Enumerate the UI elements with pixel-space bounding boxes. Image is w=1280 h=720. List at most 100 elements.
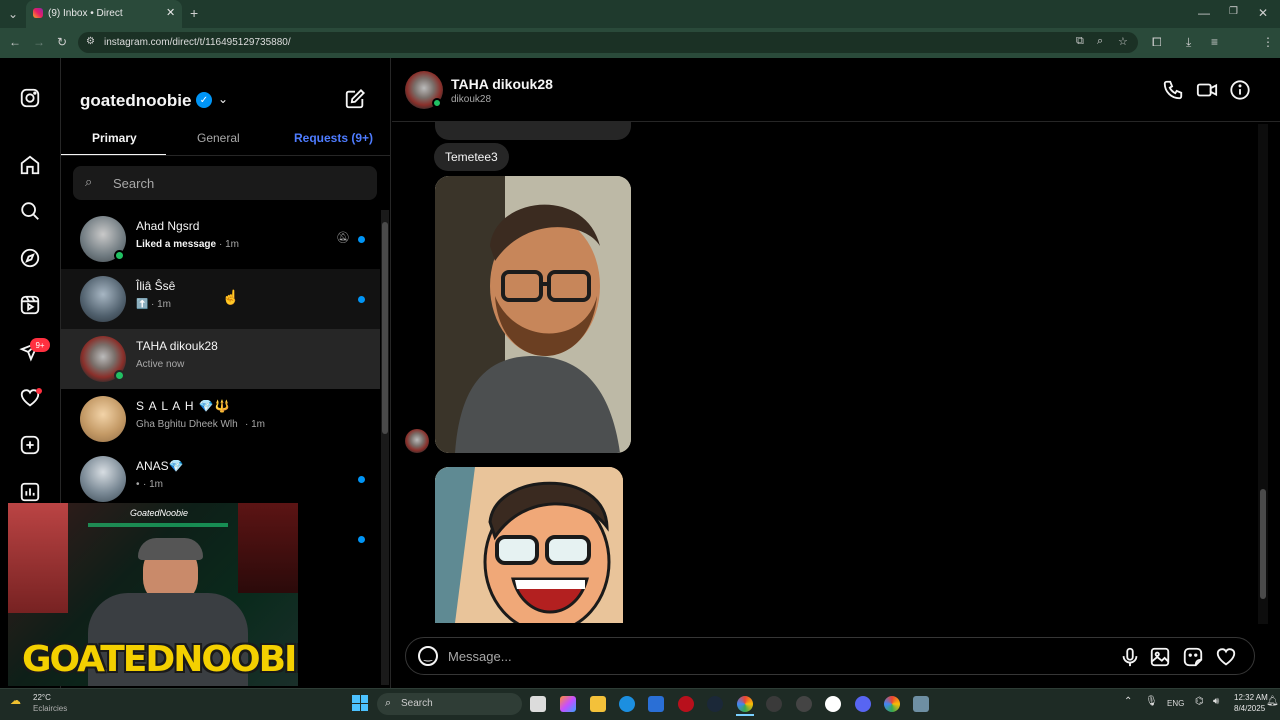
- close-window-icon[interactable]: ✕: [1258, 6, 1268, 20]
- task-view-icon[interactable]: [530, 696, 546, 712]
- clock-time[interactable]: 12:32 AM: [1234, 693, 1268, 702]
- store-icon[interactable]: [648, 696, 664, 712]
- restore-icon[interactable]: ❐: [1229, 6, 1238, 17]
- zoom-icon[interactable]: ⌕: [1097, 35, 1103, 48]
- conversation-preview: •: [136, 479, 140, 490]
- chrome-icon[interactable]: [737, 696, 753, 712]
- chat-contact-name[interactable]: TAHA dikouk28: [451, 76, 553, 92]
- obs-icon[interactable]: [796, 696, 812, 712]
- menu-icon[interactable]: ⋮: [1262, 35, 1274, 49]
- account-username[interactable]: goatednoobie: [80, 91, 191, 111]
- volume-icon[interactable]: 🔊︎: [1213, 696, 1219, 707]
- home-icon[interactable]: [18, 153, 42, 177]
- chat-contact-username: dikouk28: [451, 94, 492, 105]
- emoji-icon[interactable]: ‿: [418, 646, 438, 666]
- phone-call-icon[interactable]: [1162, 79, 1184, 106]
- like-heart-icon[interactable]: [1215, 646, 1237, 673]
- address-bar[interactable]: ⚙ instagram.com/direct/t/116495129735880…: [78, 32, 1138, 53]
- bookmark-star-icon[interactable]: ☆: [1118, 35, 1128, 48]
- figure-decoration: [8, 503, 68, 613]
- snipping-tool-icon[interactable]: [913, 696, 929, 712]
- tab-search-icon[interactable]: ≡: [1211, 35, 1218, 49]
- conversation-time: · 1m: [151, 299, 171, 310]
- weather-desc[interactable]: Eclaircies: [33, 704, 67, 713]
- install-app-icon[interactable]: ⧉: [1076, 35, 1084, 48]
- sticker-icon[interactable]: [1182, 646, 1204, 673]
- wifi-icon[interactable]: ⌬: [1195, 696, 1204, 707]
- edge-icon[interactable]: [619, 696, 635, 712]
- new-message-icon[interactable]: [344, 88, 366, 115]
- chat-scrollbar-thumb[interactable]: [1260, 489, 1266, 599]
- conversation-info-icon[interactable]: [1229, 79, 1251, 106]
- clock-date[interactable]: 8/4/2025: [1234, 704, 1265, 713]
- instagram-logo-icon[interactable]: [18, 86, 42, 110]
- close-tab-icon[interactable]: ✕: [166, 6, 175, 19]
- message-image-partial[interactable]: [435, 122, 631, 140]
- chat-scrollbar[interactable]: [1258, 124, 1268, 624]
- online-indicator: [432, 98, 442, 108]
- search-input[interactable]: ⌕ Search: [73, 166, 377, 200]
- flag-decoration: [238, 503, 298, 593]
- file-explorer-icon[interactable]: [590, 696, 606, 712]
- list-scrollbar[interactable]: [381, 210, 389, 685]
- conversation-row[interactable]: ANAS💎 • · 1m: [61, 449, 380, 509]
- message-image[interactable]: [435, 176, 631, 453]
- list-scrollbar-thumb[interactable]: [382, 222, 388, 434]
- app-icon-red[interactable]: [678, 696, 694, 712]
- reels-icon[interactable]: [18, 293, 42, 317]
- cartoon-illustration: [435, 467, 623, 623]
- media-player-icon[interactable]: [825, 696, 841, 712]
- language-indicator[interactable]: ENG: [1167, 699, 1184, 708]
- conversation-row[interactable]: S A L A H 💎🔱 Gha Bghitu Dheek Wlh · 1m: [61, 389, 380, 449]
- notification-center-icon[interactable]: 🔔︎: [1266, 696, 1279, 707]
- chat-header: TAHA dikouk28 dikouk28: [392, 58, 1280, 122]
- tab-general[interactable]: General: [197, 131, 240, 145]
- message-composer[interactable]: ‿ Message...: [405, 637, 1255, 675]
- image-upload-icon[interactable]: [1149, 646, 1171, 673]
- tab-primary[interactable]: Primary: [92, 131, 137, 145]
- search-placeholder: Search: [113, 176, 155, 191]
- online-indicator: [114, 250, 125, 261]
- online-indicator: [114, 370, 125, 381]
- taskbar-search[interactable]: ⌕ Search: [377, 693, 522, 715]
- reload-icon[interactable]: ↻: [57, 35, 67, 49]
- tray-chevron-icon[interactable]: ⌃: [1124, 696, 1132, 707]
- back-icon[interactable]: ←: [9, 35, 21, 49]
- steam-icon[interactable]: [707, 696, 723, 712]
- streamer-cap: [138, 538, 203, 560]
- browser-tab[interactable]: (9) Inbox • Direct ✕: [26, 0, 182, 28]
- sender-avatar[interactable]: [405, 429, 429, 453]
- conversation-row-active[interactable]: TAHA dikouk28 Active now: [61, 329, 380, 389]
- message-image[interactable]: [435, 467, 623, 623]
- account-switch-chevron-icon[interactable]: ⌄: [218, 92, 228, 106]
- conversation-row[interactable]: Ahad Ngsrd Liked a message · 1m 🔕︎: [61, 209, 380, 269]
- conversation-time: · 1m: [143, 479, 163, 490]
- dashboard-icon[interactable]: [18, 480, 42, 504]
- search-icon[interactable]: [18, 199, 42, 223]
- create-icon[interactable]: [18, 433, 42, 457]
- tray-mic-icon[interactable]: 🎙︎: [1145, 696, 1158, 707]
- extensions-icon[interactable]: ⧠: [1152, 35, 1162, 50]
- os-taskbar: [0, 688, 1280, 720]
- conversation-row[interactable]: Îliâ Ŝsê ⬆️ · 1m: [61, 269, 380, 329]
- discord-icon[interactable]: [855, 696, 871, 712]
- video-call-icon[interactable]: [1196, 79, 1218, 106]
- unread-dot: [358, 296, 365, 303]
- tab-requests[interactable]: Requests (9+): [294, 131, 373, 145]
- forward-icon[interactable]: →: [33, 35, 45, 49]
- download-icon[interactable]: ⤓: [1186, 35, 1191, 50]
- minimize-icon[interactable]: —: [1198, 6, 1210, 20]
- chrome-profile-icon[interactable]: [884, 696, 900, 712]
- app-icon-gray[interactable]: [766, 696, 782, 712]
- tab-list-chevron-icon[interactable]: ⌄: [8, 7, 18, 21]
- new-tab-icon[interactable]: +: [190, 5, 198, 21]
- site-info-icon[interactable]: ⚙: [86, 36, 95, 47]
- weather-temp[interactable]: 22°C: [33, 693, 51, 702]
- message-input[interactable]: Message...: [448, 649, 512, 664]
- message-bubble[interactable]: Temetee3: [434, 143, 509, 171]
- copilot-icon[interactable]: [560, 696, 576, 712]
- start-button[interactable]: [352, 695, 368, 711]
- webcam-overlay: GoatedNoobie GOATEDNOOBIE: [8, 503, 298, 686]
- explore-icon[interactable]: [18, 246, 42, 270]
- microphone-icon[interactable]: [1119, 646, 1141, 673]
